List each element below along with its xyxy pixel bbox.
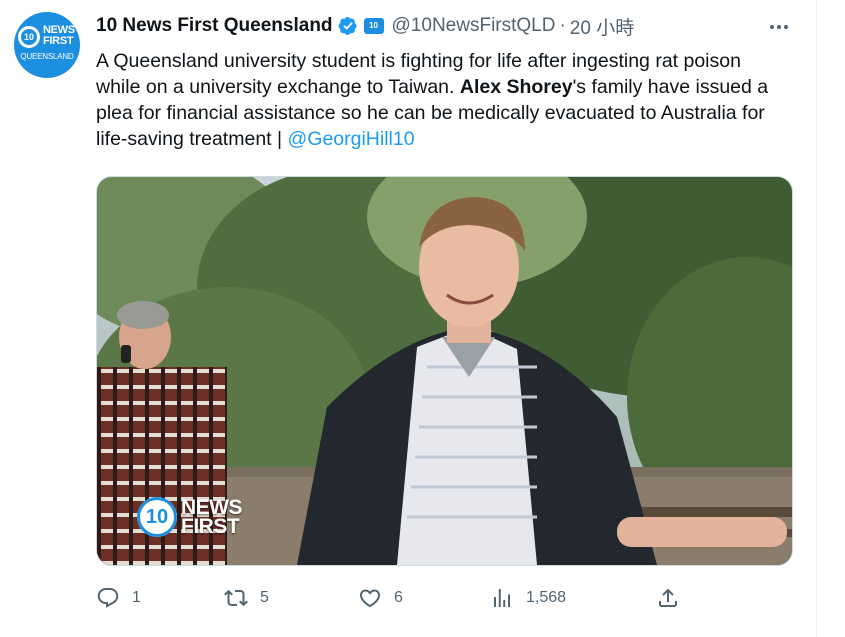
avatar-region: QUEENSLAND <box>20 52 74 61</box>
views-button[interactable]: 1,568 <box>490 584 566 612</box>
watermark-badge: 10 <box>137 497 177 537</box>
avatar[interactable]: 10 NEWS FIRST QUEENSLAND <box>14 12 80 78</box>
views-count: 1,568 <box>526 589 567 606</box>
views-icon <box>494 589 510 607</box>
watermark-line-2: FIRST <box>181 515 240 538</box>
share-icon <box>659 588 677 607</box>
tweet-bold-name: Alex Shorey <box>459 76 573 98</box>
mention-link[interactable]: @GeorgiHill10 <box>287 128 414 150</box>
like-count: 6 <box>394 589 403 606</box>
user-handle[interactable]: @10NewsFirstQLD <box>392 15 556 37</box>
avatar-line-2: FIRST <box>43 35 74 47</box>
display-name[interactable]: 10 News First Queensland <box>96 15 333 37</box>
more-icon[interactable] <box>766 14 792 40</box>
reply-count: 1 <box>132 589 141 606</box>
tweet-header: 10 News First Queensland 10 @10NewsFirst… <box>96 13 634 40</box>
retweet-button[interactable]: 5 <box>224 584 269 612</box>
like-icon <box>359 589 381 608</box>
retweet-count: 5 <box>260 589 269 606</box>
news-watermark: 10 NEWS FIRST <box>137 497 243 538</box>
like-button[interactable]: 6 <box>358 584 403 612</box>
avatar-badge: 10 <box>18 26 40 48</box>
affiliation-badge[interactable]: 10 <box>363 18 384 34</box>
reply-button[interactable]: 1 <box>96 584 141 612</box>
separator-dot: · <box>559 15 566 36</box>
tweet-media-image[interactable]: 10 NEWS FIRST <box>96 176 793 566</box>
retweet-icon <box>224 589 248 607</box>
tweet-text: A Queensland university student is fight… <box>96 48 786 152</box>
watermark-text: NEWS FIRST <box>181 497 243 538</box>
verified-badge-icon <box>338 16 358 36</box>
column-divider <box>816 0 817 637</box>
tweet-actions-bar: 1 5 6 1,568 <box>96 584 696 612</box>
share-button[interactable] <box>656 584 680 612</box>
timestamp[interactable]: 20 小時 <box>570 13 634 40</box>
reply-icon <box>97 588 119 608</box>
